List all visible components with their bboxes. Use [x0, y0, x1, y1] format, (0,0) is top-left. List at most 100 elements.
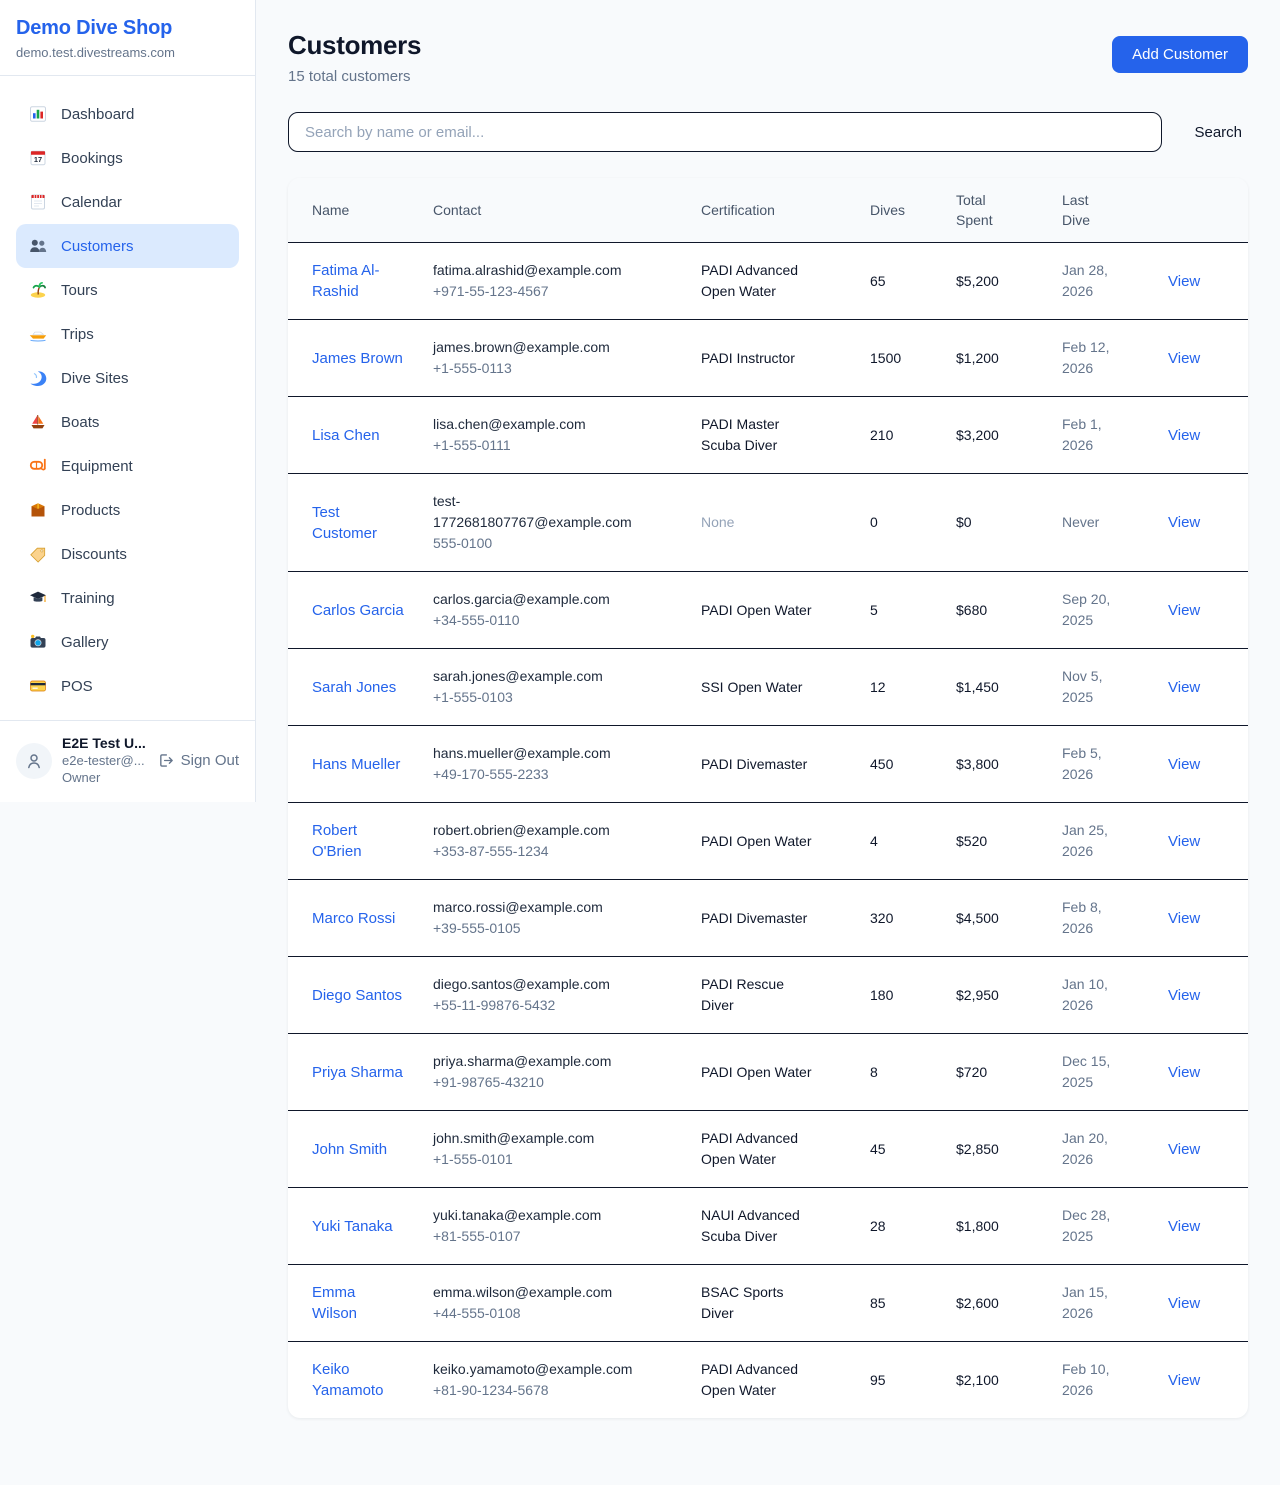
view-link[interactable]: View [1168, 273, 1200, 290]
app-shell: Demo Dive Shop demo.test.divestreams.com… [0, 0, 1280, 1442]
avatar [16, 743, 52, 779]
wave-icon [28, 368, 48, 388]
customer-email: hans.mueller@example.com [433, 743, 639, 764]
credit-card-icon [28, 676, 48, 696]
sidebar-item-training[interactable]: Training [16, 576, 239, 620]
customer-last-dive: Feb 5, 2026 [1062, 743, 1126, 785]
customer-phone: +34-555-0110 [433, 610, 677, 631]
view-link[interactable]: View [1168, 514, 1200, 531]
customer-total-spent: $520 [956, 803, 1062, 880]
customer-name-link[interactable]: Keiko Yamamoto [312, 1359, 404, 1401]
customer-certification: PADI Open Water [701, 600, 811, 621]
view-link[interactable]: View [1168, 602, 1200, 619]
customer-name-link[interactable]: Emma Wilson [312, 1282, 404, 1324]
table-row: Carlos Garcia carlos.garcia@example.com … [288, 572, 1248, 649]
customer-last-dive: Dec 28, 2025 [1062, 1205, 1126, 1247]
table-row: Keiko Yamamoto keiko.yamamoto@example.co… [288, 1342, 1248, 1419]
sidebar-item-tours[interactable]: Tours [16, 268, 239, 312]
sidebar-item-trips[interactable]: Trips [16, 312, 239, 356]
customer-name-link[interactable]: James Brown [312, 348, 403, 369]
search-input[interactable] [288, 112, 1162, 152]
customer-name-link[interactable]: Fatima Al-Rashid [312, 260, 404, 302]
customer-email: sarah.jones@example.com [433, 666, 639, 687]
customer-email: yuki.tanaka@example.com [433, 1205, 639, 1226]
column-header-contact: Contact [433, 178, 701, 243]
speedboat-icon [28, 324, 48, 344]
customer-last-dive: Jan 20, 2026 [1062, 1128, 1126, 1170]
page-header: Customers 15 total customers Add Custome… [288, 30, 1248, 85]
view-link[interactable]: View [1168, 756, 1200, 773]
customer-dives: 1500 [870, 320, 956, 397]
sidebar-item-gallery[interactable]: Gallery [16, 620, 239, 664]
user-role: Owner [62, 769, 147, 786]
view-link[interactable]: View [1168, 427, 1200, 444]
customer-certification: PADI Open Water [701, 1062, 811, 1083]
customer-name-link[interactable]: Hans Mueller [312, 754, 400, 775]
view-link[interactable]: View [1168, 1218, 1200, 1235]
customer-dives: 320 [870, 880, 956, 957]
sidebar-item-dashboard[interactable]: Dashboard [16, 92, 239, 136]
customer-count: 15 total customers [288, 68, 421, 85]
search-bar: Search [288, 112, 1248, 152]
sidebar-item-calendar[interactable]: Calendar [16, 180, 239, 224]
sidebar-item-label: Gallery [61, 634, 109, 651]
bar-chart-icon [28, 104, 48, 124]
add-customer-button[interactable]: Add Customer [1112, 36, 1248, 73]
customer-dives: 8 [870, 1034, 956, 1111]
customer-name-link[interactable]: Robert O'Brien [312, 820, 404, 862]
customer-phone: +39-555-0105 [433, 918, 677, 939]
view-link[interactable]: View [1168, 987, 1200, 1004]
sidebar-item-dive-sites[interactable]: Dive Sites [16, 356, 239, 400]
sailboat-icon [28, 412, 48, 432]
sidebar-item-pos[interactable]: POS [16, 664, 239, 708]
customer-name-link[interactable]: Marco Rossi [312, 908, 395, 929]
table-row: Fatima Al-Rashid fatima.alrashid@example… [288, 243, 1248, 320]
view-link[interactable]: View [1168, 1141, 1200, 1158]
customer-name-link[interactable]: Yuki Tanaka [312, 1216, 393, 1237]
customer-total-spent: $1,450 [956, 649, 1062, 726]
user-meta: E2E Test U... e2e-tester@... Owner [62, 735, 147, 786]
customer-name-link[interactable]: John Smith [312, 1139, 387, 1160]
customer-certification: None [701, 512, 734, 533]
view-link[interactable]: View [1168, 1372, 1200, 1389]
customer-certification: PADI Advanced Open Water [701, 1128, 813, 1170]
sidebar-item-products[interactable]: Products [16, 488, 239, 532]
customer-email: marco.rossi@example.com [433, 897, 639, 918]
sidebar-item-label: Dashboard [61, 106, 134, 123]
customer-phone: +44-555-0108 [433, 1303, 677, 1324]
view-link[interactable]: View [1168, 679, 1200, 696]
column-header-dives: Dives [870, 178, 956, 243]
customer-dives: 210 [870, 397, 956, 474]
customer-name-link[interactable]: Carlos Garcia [312, 600, 404, 621]
sidebar-item-label: Discounts [61, 546, 127, 563]
sidebar-item-label: Dive Sites [61, 370, 129, 387]
logo-block: Demo Dive Shop demo.test.divestreams.com [0, 0, 255, 76]
sidebar-item-boats[interactable]: Boats [16, 400, 239, 444]
user-email: e2e-tester@... [62, 752, 147, 769]
sidebar-item-equipment[interactable]: Equipment [16, 444, 239, 488]
customer-certification: BSAC Sports Diver [701, 1282, 813, 1324]
customer-name-link[interactable]: Lisa Chen [312, 425, 380, 446]
customer-certification: NAUI Advanced Scuba Diver [701, 1205, 813, 1247]
sidebar-item-label: Bookings [61, 150, 123, 167]
column-header-name: Name [288, 178, 433, 243]
customer-name-link[interactable]: Priya Sharma [312, 1062, 403, 1083]
view-link[interactable]: View [1168, 1064, 1200, 1081]
customer-total-spent: $1,800 [956, 1188, 1062, 1265]
customer-name-link[interactable]: Test Customer [312, 502, 404, 544]
view-link[interactable]: View [1168, 910, 1200, 927]
sign-out-label: Sign Out [181, 752, 239, 769]
sign-out-button[interactable]: Sign Out [157, 752, 239, 769]
sidebar-item-customers[interactable]: Customers [16, 224, 239, 268]
view-link[interactable]: View [1168, 350, 1200, 367]
search-button[interactable]: Search [1188, 124, 1248, 141]
customer-phone: +81-90-1234-5678 [433, 1380, 677, 1401]
sidebar-item-discounts[interactable]: Discounts [16, 532, 239, 576]
view-link[interactable]: View [1168, 1295, 1200, 1312]
customer-name-link[interactable]: Diego Santos [312, 985, 402, 1006]
customer-name-link[interactable]: Sarah Jones [312, 677, 396, 698]
table-header-row: Name Contact Certification Dives Total S… [288, 178, 1248, 243]
diving-mask-icon [28, 456, 48, 476]
sidebar-item-bookings[interactable]: 17 Bookings [16, 136, 239, 180]
view-link[interactable]: View [1168, 833, 1200, 850]
